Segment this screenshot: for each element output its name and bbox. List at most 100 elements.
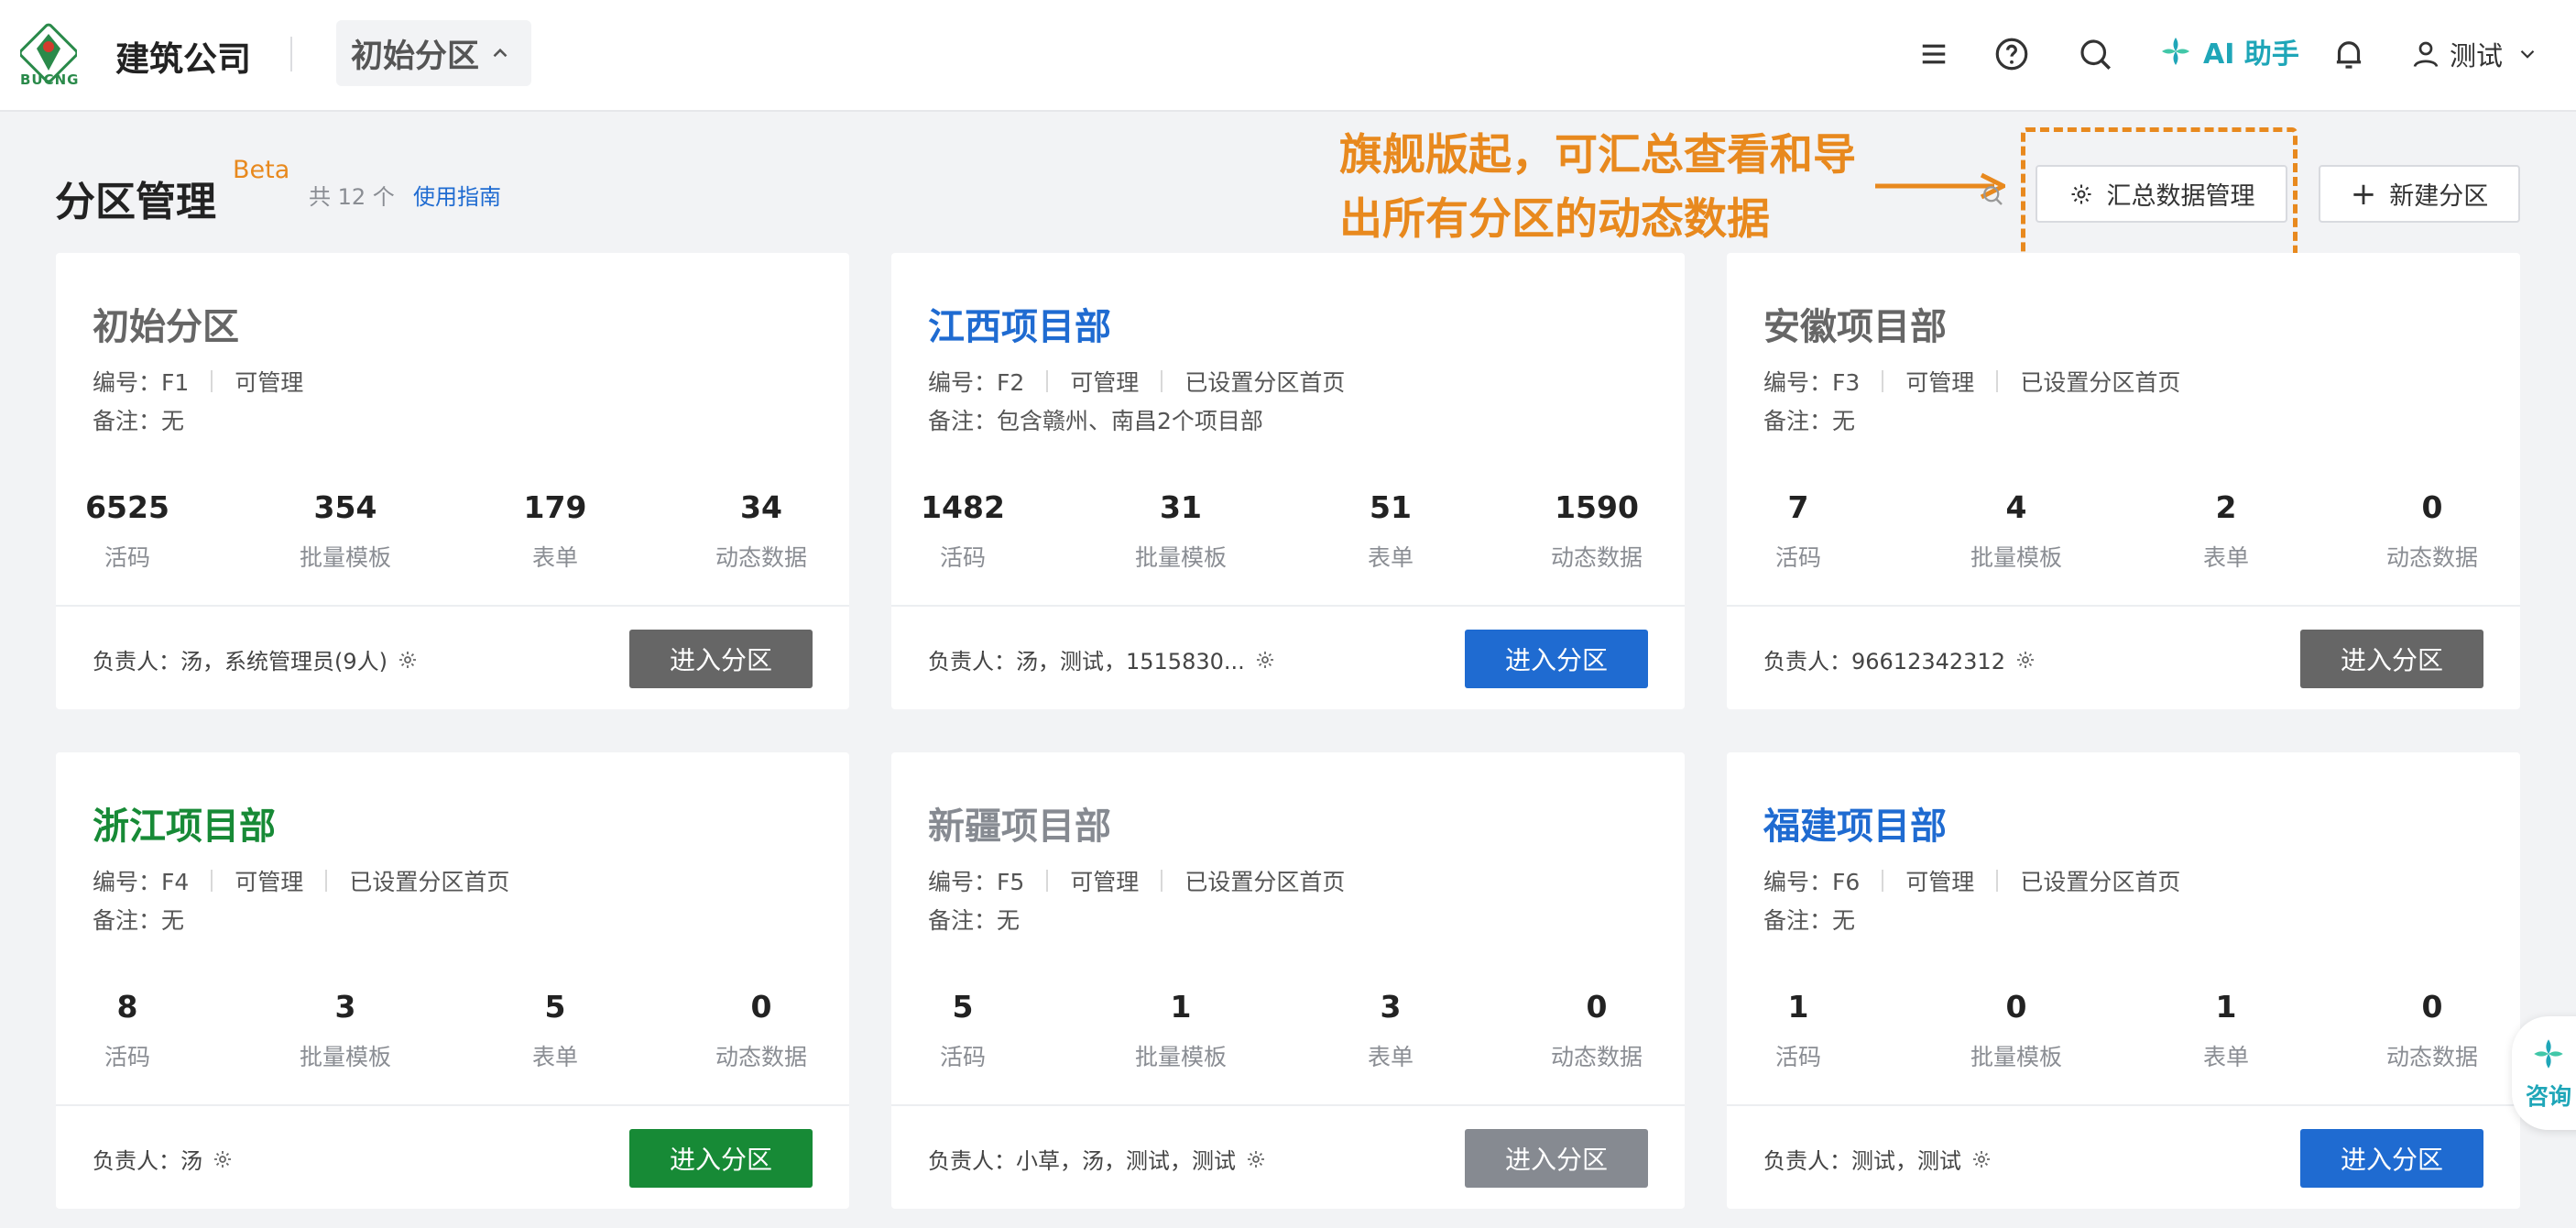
bell-icon[interactable]: [2330, 35, 2368, 73]
meta-separator: [1161, 870, 1163, 892]
zone-card: 浙江项目部 编号：F4 可管理 已设置分区首页 备注：无 8 活码 3 批量模板 5 表单 0 动态数据…: [56, 752, 849, 1209]
help-icon[interactable]: [1992, 35, 2031, 73]
zone-homepage-status: 已设置分区首页: [2020, 369, 2181, 396]
zone-permission: 可管理: [1905, 869, 1975, 895]
zone-owner-text: 负责人：小草，汤，测试，测试: [928, 1148, 1236, 1174]
zone-owner: 负责人：汤: [93, 1143, 234, 1175]
stat-label: 表单: [2202, 544, 2249, 571]
zone-note: 备注：无: [928, 907, 1021, 934]
stat-label: 活码: [939, 1044, 986, 1070]
stat-label: 表单: [1367, 544, 1414, 571]
zone-stat: 0 批量模板: [1925, 989, 2108, 1072]
search-icon[interactable]: [1979, 181, 2006, 209]
zone-name[interactable]: 初始分区: [93, 297, 239, 350]
gear-icon[interactable]: [1245, 1148, 1267, 1170]
stat-label: 活码: [1774, 1044, 1821, 1070]
zone-card: 江西项目部 编号：F2 可管理 已设置分区首页 备注：包含赣州、南昌2个项目部 1482 活…: [891, 253, 1685, 709]
stat-label: 批量模板: [1134, 544, 1227, 571]
zone-name[interactable]: 浙江项目部: [93, 796, 276, 850]
stat-value: 354: [313, 489, 377, 525]
zone-code: 编号：F2: [928, 369, 1025, 396]
zone-permission: 可管理: [235, 369, 304, 396]
gear-icon[interactable]: [1254, 649, 1276, 671]
stat-value: 0: [1586, 989, 1608, 1025]
stat-value: 8: [116, 989, 138, 1025]
zone-stat: 354 批量模板: [254, 489, 437, 573]
zone-stat: 1590 动态数据: [1505, 489, 1688, 573]
new-zone-button[interactable]: + 新建分区: [2319, 165, 2520, 223]
zone-selector[interactable]: 初始分区: [336, 20, 531, 86]
stat-label: 批量模板: [299, 544, 391, 571]
zone-stat: 1 活码: [1707, 989, 1890, 1072]
stat-value: 0: [750, 989, 772, 1025]
zone-owner-text: 负责人：汤，系统管理员(9人): [93, 649, 387, 674]
user-icon: [2413, 41, 2439, 68]
zone-stat: 0 动态数据: [2341, 489, 2524, 573]
zone-owner: 负责人：96612342312: [1763, 643, 2036, 675]
enter-zone-button[interactable]: 进入分区: [2300, 630, 2483, 688]
usage-guide-link[interactable]: 使用指南: [413, 179, 501, 211]
gear-icon[interactable]: [1970, 1148, 1992, 1170]
consult-button[interactable]: 咨询: [2512, 1016, 2576, 1130]
beta-badge: Beta: [233, 156, 290, 184]
stat-label: 批量模板: [1970, 544, 2062, 571]
zone-owner: 负责人：汤，系统管理员(9人): [93, 643, 419, 675]
zone-owner: 负责人：汤，测试，1515830...: [928, 643, 1276, 675]
zone-card: 福建项目部 编号：F6 可管理 已设置分区首页 备注：无 1 活码 0 批量模板 1 表单 0 动态数据…: [1727, 752, 2520, 1209]
stat-label: 活码: [104, 544, 150, 571]
card-divider: [891, 605, 1685, 607]
zone-stat: 34 动态数据: [670, 489, 853, 573]
stat-value: 51: [1370, 489, 1412, 525]
card-divider: [56, 605, 849, 607]
stat-value: 6525: [85, 489, 169, 525]
header-divider: [290, 37, 292, 71]
zone-code: 编号：F6: [1763, 869, 1861, 895]
enter-zone-button[interactable]: 进入分区: [629, 630, 813, 688]
meta-separator: [1882, 370, 1884, 392]
zone-meta: 编号：F4 可管理 已设置分区首页: [93, 864, 509, 897]
zone-name[interactable]: 新疆项目部: [928, 796, 1111, 850]
gear-icon[interactable]: [212, 1148, 234, 1170]
enter-zone-button[interactable]: 进入分区: [1465, 1129, 1648, 1188]
stat-label: 活码: [104, 1044, 150, 1070]
gear-icon[interactable]: [2014, 649, 2036, 671]
meta-separator: [1882, 870, 1884, 892]
stat-value: 31: [1160, 489, 1202, 525]
zone-permission: 可管理: [1070, 869, 1140, 895]
enter-zone-button[interactable]: 进入分区: [1465, 630, 1648, 688]
zone-name[interactable]: 福建项目部: [1763, 796, 1947, 850]
zone-owner-text: 负责人：汤，测试，1515830...: [928, 649, 1245, 674]
new-zone-label: 新建分区: [2389, 182, 2489, 211]
zone-homepage-status: 已设置分区首页: [2020, 869, 2181, 895]
summary-data-button[interactable]: 汇总数据管理: [2036, 165, 2287, 223]
page-title: 分区管理: [55, 179, 216, 225]
menu-icon[interactable]: [1915, 35, 1953, 73]
zone-name[interactable]: 安徽项目部: [1763, 297, 1947, 350]
stat-value: 5: [952, 989, 974, 1025]
stat-value: 0: [2005, 989, 2027, 1025]
search-icon[interactable]: [2076, 35, 2114, 73]
zone-code: 编号：F1: [93, 369, 190, 396]
zone-card: 新疆项目部 编号：F5 可管理 已设置分区首页 备注：无 5 活码 1 批量模板 3 表单 0 动态数据…: [891, 752, 1685, 1209]
ai-assistant-label: AI 助手: [2203, 38, 2299, 71]
zone-stat: 1 批量模板: [1089, 989, 1272, 1072]
card-divider: [891, 1104, 1685, 1106]
consult-label: 咨询: [2525, 1083, 2571, 1110]
card-divider: [1727, 1104, 2520, 1106]
zone-homepage-status: 已设置分区首页: [349, 869, 510, 895]
ai-assistant-button[interactable]: AI 助手: [2157, 31, 2299, 71]
zone-stat: 0 动态数据: [670, 989, 853, 1072]
zone-stat: 5 活码: [871, 989, 1054, 1072]
enter-zone-button[interactable]: 进入分区: [629, 1129, 813, 1188]
enter-zone-button[interactable]: 进入分区: [2300, 1129, 2483, 1188]
stat-value: 7: [1787, 489, 1809, 525]
zone-name[interactable]: 江西项目部: [928, 297, 1111, 350]
user-menu[interactable]: 测试: [2409, 35, 2547, 73]
summary-data-label: 汇总数据管理: [2106, 182, 2255, 211]
gear-icon[interactable]: [397, 649, 419, 671]
meta-separator: [1046, 870, 1049, 892]
stat-label: 动态数据: [2385, 544, 2478, 571]
stat-label: 动态数据: [1550, 1044, 1643, 1070]
stat-label: 动态数据: [715, 544, 807, 571]
stat-value: 1482: [921, 489, 1005, 525]
